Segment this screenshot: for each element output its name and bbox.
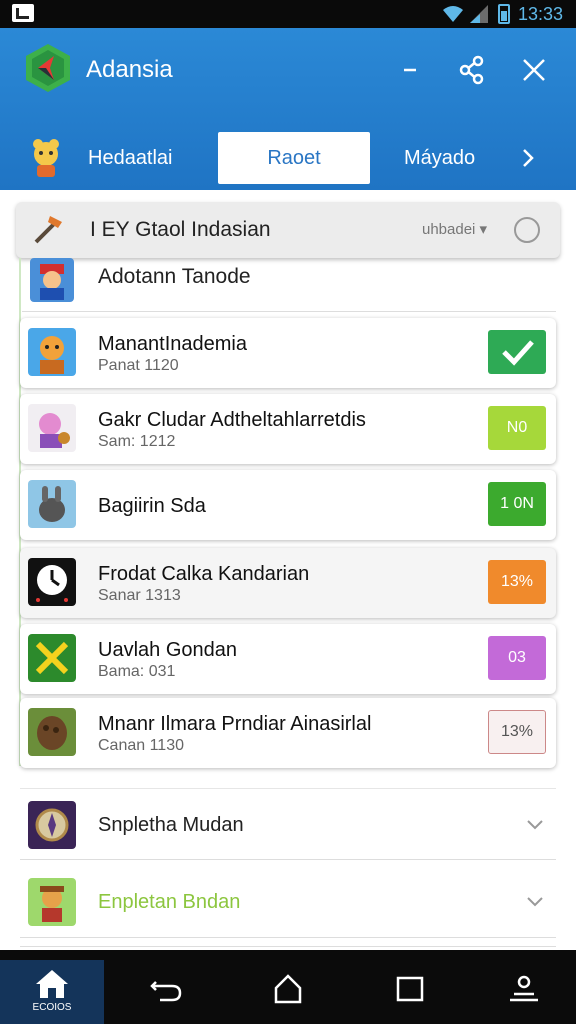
list-item-title: Enpletan Bndan bbox=[98, 891, 241, 913]
list-item-title: Snpletha Mudan bbox=[98, 814, 244, 836]
list-item-title: Uavlah Gondan bbox=[98, 639, 237, 661]
list-item-subtitle: Sam: 1212 bbox=[98, 433, 176, 450]
clock-icon bbox=[28, 558, 76, 606]
user-icon[interactable] bbox=[506, 972, 542, 1004]
rabbit-icon bbox=[28, 480, 76, 528]
chevron-down-icon[interactable] bbox=[524, 813, 546, 835]
list-item-subtitle: Panat 1120 bbox=[98, 357, 179, 374]
main-content: I EY Gtaol Indasian uhbadei ▾ Adotann Ta… bbox=[0, 190, 576, 950]
status-badge[interactable]: 13% bbox=[488, 560, 546, 604]
list-item[interactable]: Mnanr Ilmara Prndiar Ainasirlal Canan 11… bbox=[20, 698, 556, 768]
list-item-subtitle: Sanar 1313 bbox=[98, 587, 181, 604]
chevron-right-icon[interactable] bbox=[516, 130, 540, 186]
app-logo-icon bbox=[26, 44, 70, 92]
tab-label: Raoet bbox=[267, 147, 321, 169]
status-badge[interactable]: N0 bbox=[488, 406, 546, 450]
tab-label: Hedaatlai bbox=[88, 147, 173, 169]
tab-label: Máyado bbox=[404, 147, 476, 169]
compass-icon bbox=[28, 801, 76, 849]
home-tab-label: ECOIOS bbox=[32, 1002, 72, 1013]
list-item-title: Gakr Cludar Adtheltahlarretdis bbox=[98, 409, 366, 431]
share-button[interactable] bbox=[452, 50, 492, 90]
list-item[interactable]: Adotann Tanode bbox=[22, 258, 556, 312]
search-bar[interactable]: I EY Gtaol Indasian uhbadei ▾ bbox=[16, 202, 560, 258]
search-text: I EY Gtaol Indasian bbox=[90, 218, 271, 241]
tab-mayado[interactable]: Máyado bbox=[404, 130, 514, 186]
battery-icon bbox=[498, 4, 510, 24]
tab-raoet[interactable]: Raoet bbox=[218, 132, 370, 184]
status-time: 13:33 bbox=[518, 4, 564, 24]
home-icon bbox=[36, 970, 68, 998]
radio-button[interactable] bbox=[514, 217, 540, 243]
list-item-subtitle: Bama: 031 bbox=[98, 663, 176, 680]
list-item-title: Frodat Calka Kandarian bbox=[98, 563, 310, 585]
warrior-icon bbox=[28, 328, 76, 376]
status-badge[interactable] bbox=[488, 330, 546, 374]
adventurer-icon bbox=[28, 878, 76, 926]
status-badge[interactable]: 1 0N bbox=[488, 482, 546, 526]
home-button-icon[interactable] bbox=[270, 972, 306, 1004]
mascot-icon bbox=[33, 139, 59, 177]
list-item[interactable]: Snpletha Mudan bbox=[20, 788, 556, 860]
pirate-icon bbox=[28, 404, 76, 452]
list-item-title: Mnanr Ilmara Prndiar Ainasirlal bbox=[98, 713, 372, 735]
status-badge[interactable]: 13% bbox=[488, 710, 546, 754]
close-button[interactable] bbox=[514, 50, 554, 90]
home-tab[interactable]: ECOIOS bbox=[0, 960, 104, 1024]
status-bar: 13:33 bbox=[0, 0, 576, 28]
minimize-button[interactable] bbox=[390, 50, 430, 90]
list-item[interactable]: Gakr Cludar Adtheltahlarretdis Sam: 1212… bbox=[20, 394, 556, 464]
app-bar: Adansia Hedaatlai Raoet Máyado bbox=[0, 28, 576, 289]
list-item-subtitle: Canan 1130 bbox=[98, 737, 184, 754]
app-title: Adansia bbox=[86, 56, 173, 83]
back-icon[interactable] bbox=[148, 972, 184, 1004]
mario-icon bbox=[30, 258, 74, 302]
hammer-icon bbox=[34, 216, 62, 244]
wifi-icon bbox=[443, 6, 463, 22]
x-logo-icon bbox=[28, 634, 76, 682]
list-item[interactable]: Uavlah Gondan Bama: 031 03 bbox=[20, 624, 556, 694]
signal-icon bbox=[470, 5, 488, 23]
chevron-down-icon[interactable] bbox=[524, 890, 546, 912]
status-badge[interactable]: 03 bbox=[488, 636, 546, 680]
list-item[interactable]: Bagiirin Sda 1 0N bbox=[20, 470, 556, 540]
list-item-title: Bagiirin Sda bbox=[98, 495, 206, 517]
list-item-title: ManantInademia bbox=[98, 333, 247, 355]
navigation-bar: ECOIOS bbox=[0, 950, 576, 1024]
list-item[interactable]: ManantInademia Panat 1120 bbox=[20, 318, 556, 388]
notification-icon bbox=[12, 4, 34, 22]
coconut-icon bbox=[28, 708, 76, 756]
tab-hedaatlai[interactable]: Hedaatlai bbox=[28, 130, 208, 186]
tab-bar: Hedaatlai Raoet Máyado bbox=[0, 130, 576, 289]
check-icon bbox=[502, 340, 534, 366]
recent-apps-icon[interactable] bbox=[392, 972, 428, 1004]
list-item[interactable]: Enpletan Bndan bbox=[20, 866, 556, 938]
sort-dropdown[interactable]: uhbadei ▾ bbox=[422, 220, 487, 240]
list-item-title: Adotann Tanode bbox=[98, 265, 251, 288]
list-item[interactable]: Frodat Calka Kandarian Sanar 1313 13% bbox=[20, 548, 556, 618]
